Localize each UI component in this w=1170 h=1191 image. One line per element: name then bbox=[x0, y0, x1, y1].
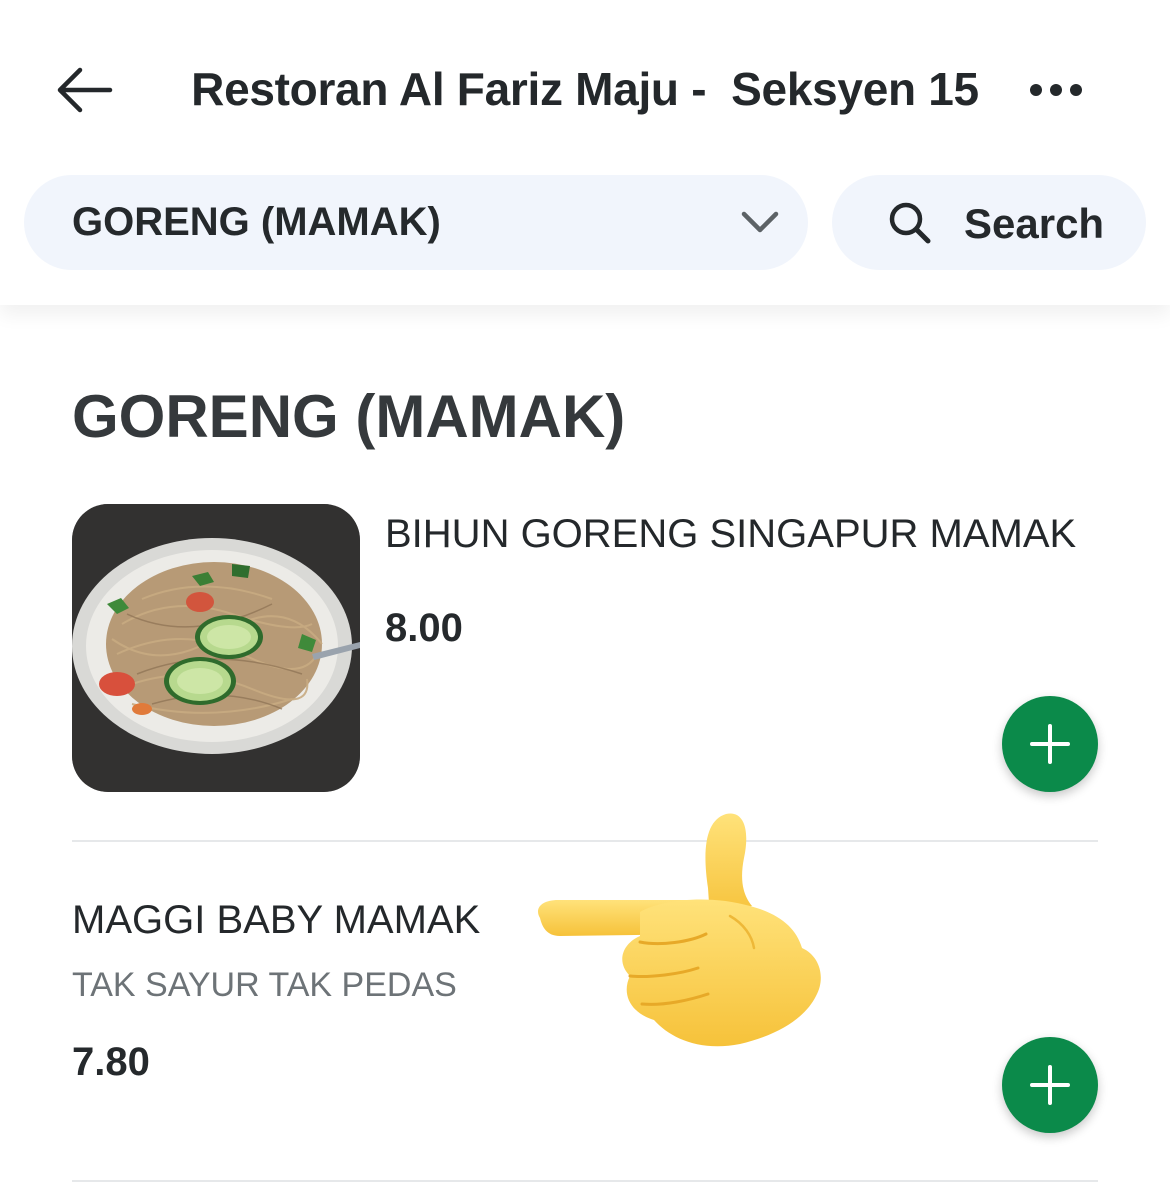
noodle-dish-image bbox=[72, 504, 360, 792]
add-item-button[interactable] bbox=[1002, 1037, 1098, 1133]
add-item-button[interactable] bbox=[1002, 696, 1098, 792]
item-description: TAK SAYUR TAK PEDAS bbox=[72, 966, 457, 1004]
arrow-left-icon bbox=[57, 67, 113, 113]
item-price: 8.00 bbox=[385, 606, 463, 650]
more-options-button[interactable] bbox=[1025, 72, 1087, 108]
divider bbox=[72, 1180, 1098, 1182]
item-price: 7.80 bbox=[72, 1040, 150, 1084]
item-name: MAGGI BABY MAMAK bbox=[72, 898, 481, 942]
plus-icon bbox=[1030, 724, 1070, 764]
food-photo bbox=[72, 504, 360, 792]
plus-icon bbox=[1030, 1065, 1070, 1105]
category-dropdown-label: GORENG (MAMAK) bbox=[72, 200, 441, 244]
restaurant-title: Restoran Al Fariz Maju - Seksyen 15 bbox=[191, 63, 979, 115]
search-button[interactable]: Search bbox=[832, 175, 1146, 270]
search-label: Search bbox=[964, 200, 1105, 247]
app-header: Restoran Al Fariz Maju - Seksyen 15 GORE… bbox=[0, 0, 1170, 305]
section-title: GORENG (MAMAK) bbox=[72, 383, 626, 450]
category-dropdown[interactable]: GORENG (MAMAK) bbox=[24, 175, 808, 270]
item-name: BIHUN GORENG SINGAPUR MAMAK bbox=[385, 512, 1077, 556]
pointing-left-hand-icon bbox=[538, 813, 821, 1047]
chevron-down-icon bbox=[741, 211, 779, 233]
more-horizontal-icon bbox=[1030, 84, 1082, 96]
search-icon bbox=[889, 202, 931, 244]
back-button[interactable] bbox=[50, 60, 120, 120]
